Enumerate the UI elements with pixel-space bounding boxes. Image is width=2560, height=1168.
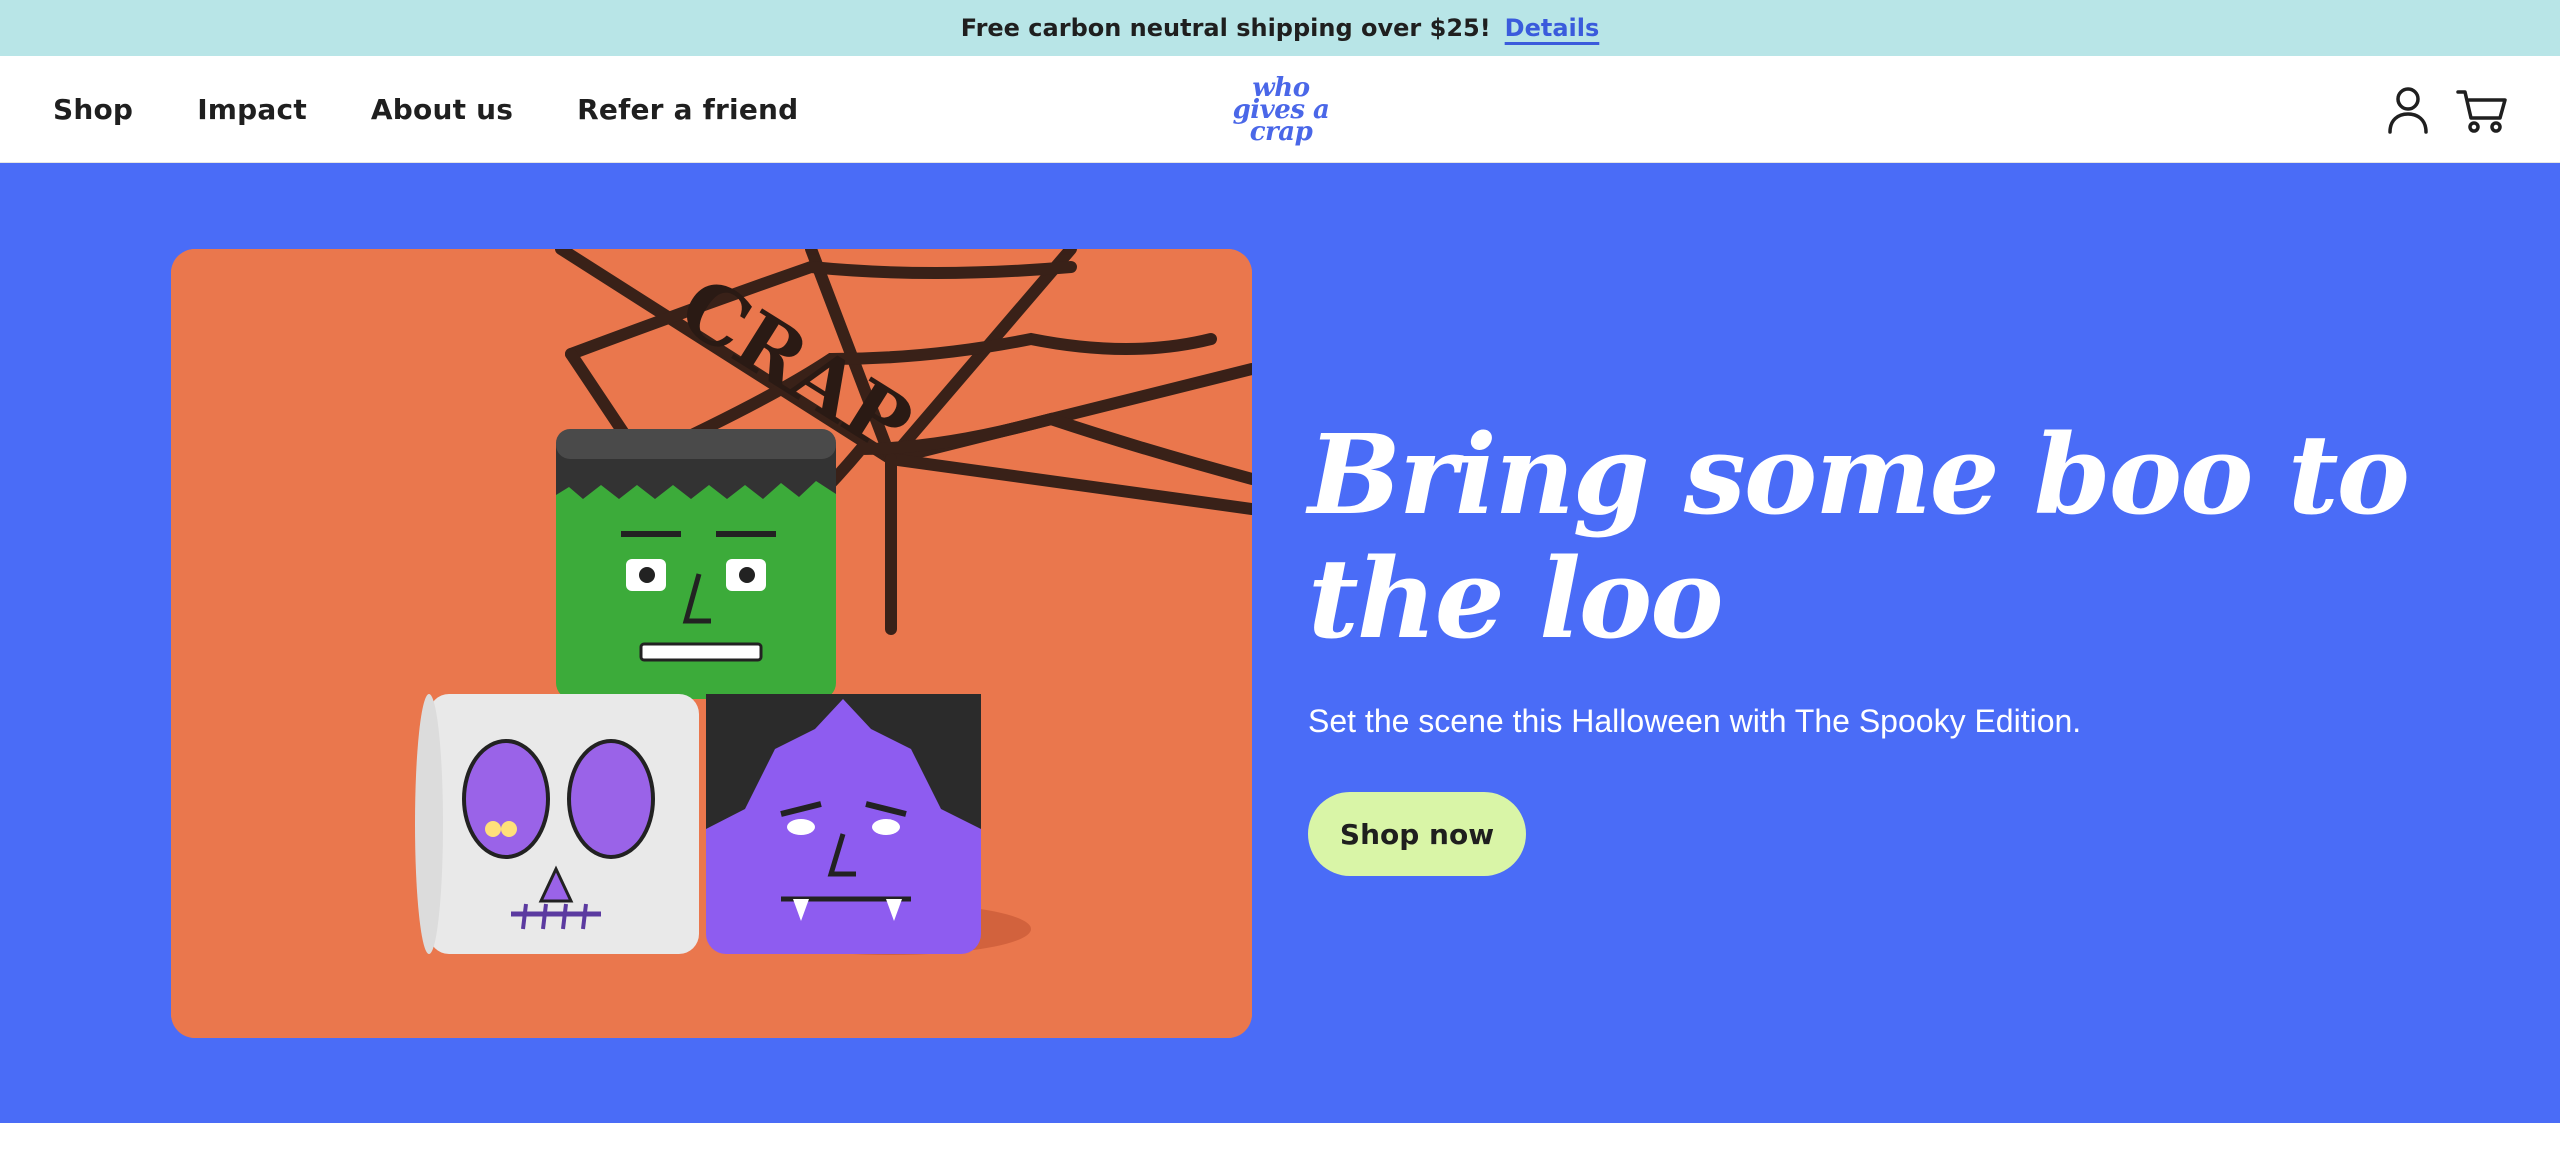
user-icon[interactable]: [2382, 84, 2434, 136]
spooky-rolls-illustration: CRAP: [171, 249, 1252, 1038]
hero-section: CRAP Bring some boo to the loo Set the s…: [0, 163, 2560, 1123]
nav-item-refer-a-friend[interactable]: Refer a friend: [577, 93, 798, 126]
announcement-bar: Free carbon neutral shipping over $25! D…: [0, 0, 2560, 56]
main-nav: Shop Impact About us Refer a friend: [53, 56, 798, 163]
nav-item-shop[interactable]: Shop: [53, 93, 133, 126]
announcement-text: Free carbon neutral shipping over $25!: [960, 14, 1491, 42]
logo-line-crap: crap: [1249, 117, 1313, 147]
hero-subtitle: Set the scene this Halloween with The Sp…: [1308, 703, 2082, 739]
cart-icon[interactable]: [2456, 84, 2508, 136]
announcement-details-link[interactable]: Details: [1505, 14, 1600, 42]
hero-title: Bring some boo to the loo: [1308, 410, 2410, 663]
hero-image: CRAP: [171, 249, 1252, 1038]
nav-item-about-us[interactable]: About us: [371, 93, 513, 126]
hero-copy: Bring some boo to the loo Set the scene …: [1308, 410, 2410, 876]
brand-logo[interactable]: who gives a crap: [1226, 72, 1336, 148]
shop-now-button[interactable]: Shop now: [1308, 792, 1526, 876]
nav-item-impact[interactable]: Impact: [197, 93, 307, 126]
site-header: Shop Impact About us Refer a friend who …: [0, 56, 2560, 163]
header-actions: [2382, 56, 2508, 163]
